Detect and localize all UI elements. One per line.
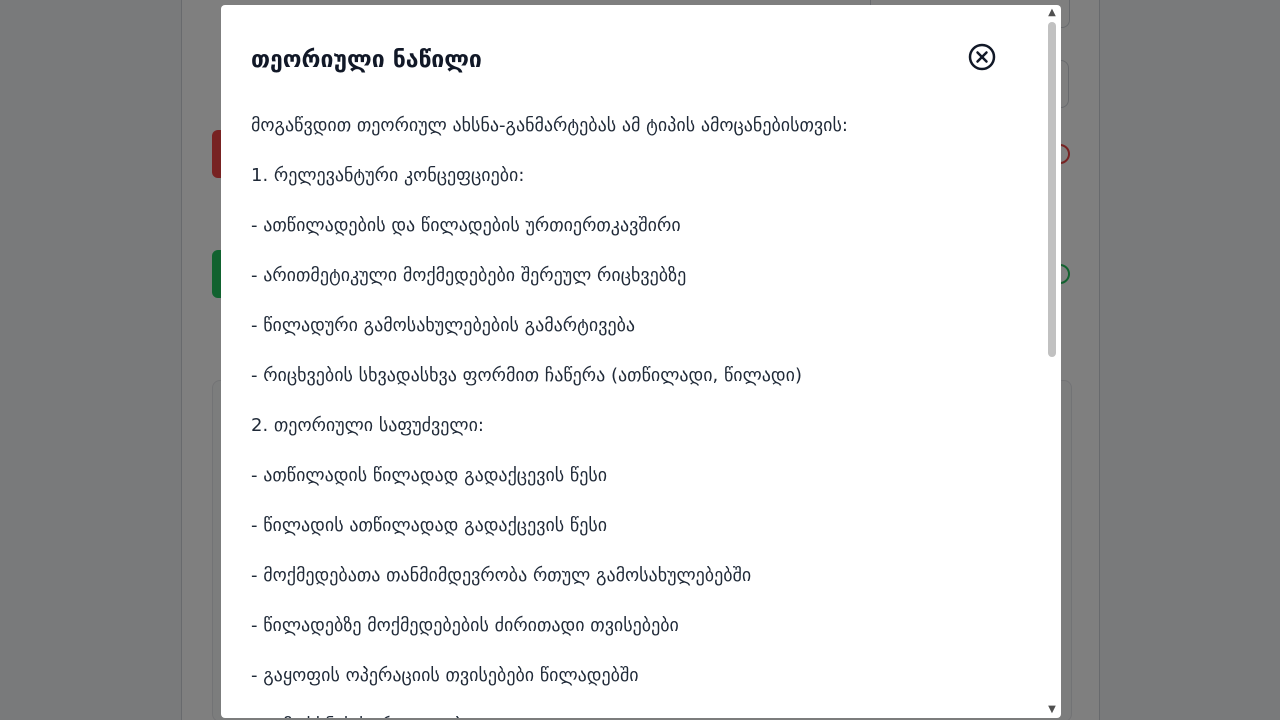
list-item: - გაყოფის ოპერაციის თვისებები წილადებში — [251, 665, 639, 686]
modal-body: მოგაწვდით თეორიულ ახსნა-განმარტებას ამ ტ… — [251, 101, 1031, 718]
close-circle-icon — [968, 43, 996, 71]
intro-text: მოგაწვდით თეორიულ ახსნა-განმარტებას ამ ტ… — [251, 115, 848, 136]
theory-modal: თეორიული ნაწილი მოგაწვდით თეორიულ ახსნა-… — [221, 5, 1061, 718]
list-item: - მოქმედებათა თანმიმდევრობა რთულ გამოსახ… — [251, 565, 752, 586]
scroll-up-arrow-icon[interactable]: ▲ — [1043, 5, 1061, 21]
list-item: - რიცხვების სხვადასხვა ფორმით ჩაწერა (ათ… — [251, 365, 802, 386]
modal-scrollbar[interactable]: ▲ ▼ — [1043, 5, 1061, 718]
scroll-thumb[interactable] — [1048, 22, 1056, 357]
section-heading: 2. თეორიული საფუძველი: — [251, 415, 484, 436]
list-item: - წილადური გამოსახულებების გამარტივება — [251, 315, 636, 336]
section-heading: 3. ამოხსნის სტრატეგიები: — [251, 701, 1031, 718]
list-item: - ათწილადების და წილადების ურთიერთკავშირ… — [251, 215, 681, 236]
scroll-down-arrow-icon[interactable]: ▼ — [1043, 702, 1061, 718]
modal-header: თეორიული ნაწილი — [251, 43, 1031, 77]
list-item: - არითმეტიკული მოქმედებები შერეულ რიცხვე… — [251, 265, 687, 286]
list-item: - წილადის ათწილადად გადაქცევის წესი — [251, 515, 608, 536]
section-heading: 1. რელევანტური კონცეფციები: — [251, 165, 525, 186]
modal-title: თეორიული ნაწილი — [251, 47, 482, 73]
list-item: - ათწილადის წილადად გადაქცევის წესი — [251, 465, 608, 486]
close-button[interactable] — [968, 43, 996, 71]
list-item: - წილადებზე მოქმედებების ძირითადი თვისებ… — [251, 615, 679, 636]
